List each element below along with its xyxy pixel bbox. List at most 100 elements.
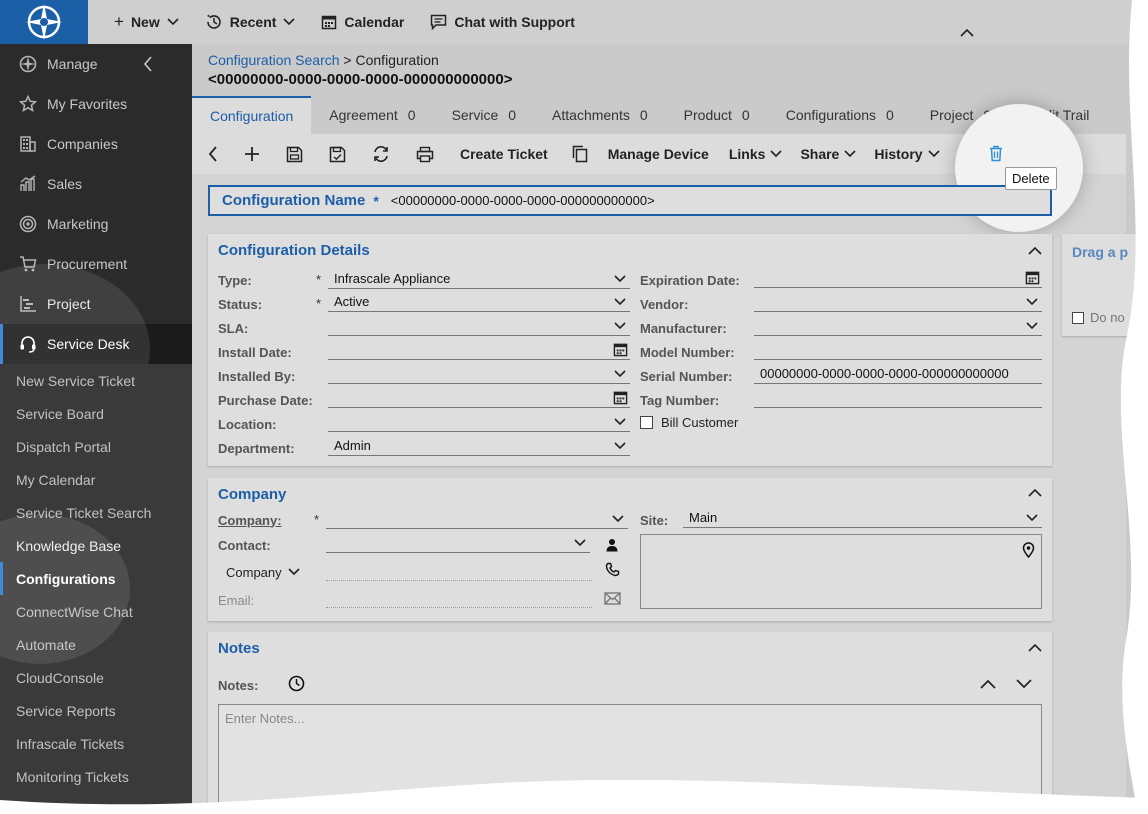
sidebar-item-favorites[interactable]: My Favorites: [0, 84, 192, 124]
tab-label: Product: [683, 107, 732, 123]
links-menu[interactable]: Links: [729, 146, 783, 162]
contact-select[interactable]: [326, 533, 590, 553]
create-ticket-button[interactable]: Create Ticket: [460, 146, 548, 162]
manage-icon: [18, 54, 38, 74]
chevron-up-icon[interactable]: [1028, 643, 1042, 652]
installed-by-select[interactable]: [328, 364, 630, 384]
chat-label: Chat with Support: [454, 14, 575, 30]
chevron-up-icon[interactable]: [980, 679, 996, 689]
sidebar-item-label: Companies: [47, 136, 118, 152]
serial-number-field[interactable]: 00000000-0000-0000-0000-000000000000: [754, 364, 1042, 384]
subnav-dispatch-portal[interactable]: Dispatch Portal: [0, 430, 192, 463]
bill-customer-checkbox[interactable]: [640, 415, 653, 429]
configuration-name-label: Configuration Name: [222, 192, 366, 209]
sidebar-item-marketing[interactable]: Marketing: [0, 204, 192, 244]
tab-product[interactable]: Product 0: [666, 96, 768, 134]
tab-count: 0: [407, 107, 416, 123]
phone-icon[interactable]: [605, 562, 620, 577]
tag-number-field[interactable]: [754, 388, 1042, 408]
tab-configurations[interactable]: Configurations 0: [768, 96, 912, 134]
email-field[interactable]: [326, 588, 592, 608]
sla-select[interactable]: [328, 316, 630, 336]
manage-device-button[interactable]: Manage Device: [608, 146, 709, 162]
back-button[interactable]: [208, 146, 218, 162]
expiration-date-field[interactable]: [754, 268, 1042, 288]
install-date-field[interactable]: [328, 340, 630, 360]
app-logo[interactable]: [0, 0, 88, 44]
save-button[interactable]: [286, 146, 303, 163]
location-select[interactable]: [328, 412, 630, 432]
department-select[interactable]: Admin: [328, 436, 630, 456]
model-number-field[interactable]: [754, 340, 1042, 360]
calendar-icon[interactable]: [613, 342, 628, 357]
main-content: Configuration Search > Configuration <00…: [192, 44, 1148, 814]
tab-agreement[interactable]: Agreement 0: [311, 96, 433, 134]
phone-field[interactable]: [326, 561, 592, 581]
company-select[interactable]: [326, 509, 628, 529]
new-record-button[interactable]: [244, 146, 260, 162]
required-marker: *: [314, 511, 320, 527]
subnav-cloudconsole[interactable]: CloudConsole: [0, 661, 192, 694]
purchase-date-field[interactable]: [328, 388, 630, 408]
company-label[interactable]: Company:: [218, 509, 282, 531]
chevron-left-icon[interactable]: [143, 56, 153, 72]
breadcrumb: Configuration Search > Configuration: [208, 52, 439, 68]
manufacturer-select[interactable]: [754, 316, 1042, 336]
save-and-close-button[interactable]: [329, 146, 346, 163]
type-select[interactable]: Infrascale Appliance: [328, 269, 630, 289]
chevron-up-icon[interactable]: [960, 28, 974, 37]
chevron-down-icon: [574, 539, 586, 547]
chevron-up-icon[interactable]: [1028, 246, 1042, 255]
copy-button[interactable]: [572, 145, 588, 163]
tab-count: 0: [741, 107, 750, 123]
company-toggle[interactable]: Company: [226, 561, 300, 583]
new-menu[interactable]: + New: [114, 12, 179, 32]
site-select[interactable]: Main: [683, 508, 1042, 528]
print-button[interactable]: [416, 146, 434, 163]
breadcrumb-link[interactable]: Configuration Search: [208, 52, 340, 68]
new-label: New: [130, 14, 160, 30]
tab-label: Configurations: [785, 107, 876, 123]
required-marker: *: [373, 192, 379, 209]
chevron-down-icon: [614, 442, 626, 450]
chevron-down-icon: [614, 298, 626, 306]
person-icon[interactable]: [606, 538, 618, 552]
calendar-menu[interactable]: Calendar: [321, 14, 404, 30]
tab-configuration[interactable]: Configuration: [192, 96, 312, 134]
type-label: Type:: [218, 272, 252, 288]
delete-button[interactable]: [989, 145, 1003, 162]
service-desk-submenu: New Service Ticket Service Board Dispatc…: [0, 364, 192, 814]
chevron-down-icon[interactable]: [1016, 679, 1032, 689]
plus-icon: [245, 147, 259, 161]
sidebar-item-manage[interactable]: Manage: [0, 44, 192, 84]
subnav-infrascale-tickets[interactable]: Infrascale Tickets: [0, 727, 192, 760]
bill-customer-label: Bill Customer: [661, 414, 739, 430]
vendor-select[interactable]: [754, 292, 1042, 312]
recent-menu[interactable]: Recent: [205, 13, 296, 31]
chat-with-support[interactable]: Chat with Support: [430, 14, 575, 30]
email-icon[interactable]: [604, 592, 621, 605]
save-close-icon: [329, 146, 346, 162]
sidebar-item-sales[interactable]: Sales: [0, 164, 192, 204]
subnav-service-board[interactable]: Service Board: [0, 397, 192, 430]
subnav-service-reports[interactable]: Service Reports: [0, 694, 192, 727]
share-menu[interactable]: Share: [800, 146, 856, 162]
clock-icon[interactable]: [288, 675, 305, 692]
sidebar-item-companies[interactable]: Companies: [0, 124, 192, 164]
installed-by-label: Installed By:: [218, 368, 296, 384]
configuration-name-field[interactable]: Configuration Name * <00000000-0000-0000…: [208, 185, 1052, 216]
subnav-new-service-ticket[interactable]: New Service Ticket: [0, 364, 192, 397]
chevron-up-icon[interactable]: [1028, 488, 1042, 497]
refresh-button[interactable]: [372, 145, 390, 163]
map-pin-icon[interactable]: [1022, 542, 1035, 558]
chevron-down-icon: [614, 370, 626, 378]
tab-attachments[interactable]: Attachments 0: [534, 96, 666, 134]
breadcrumb-separator: >: [343, 52, 352, 68]
history-menu[interactable]: History: [874, 146, 940, 162]
calendar-icon[interactable]: [1025, 270, 1040, 285]
tab-service[interactable]: Service 0: [434, 96, 534, 134]
subnav-my-calendar[interactable]: My Calendar: [0, 463, 192, 496]
site-label: Site:: [640, 512, 669, 528]
status-select[interactable]: Active: [328, 292, 630, 312]
calendar-icon[interactable]: [613, 390, 628, 405]
